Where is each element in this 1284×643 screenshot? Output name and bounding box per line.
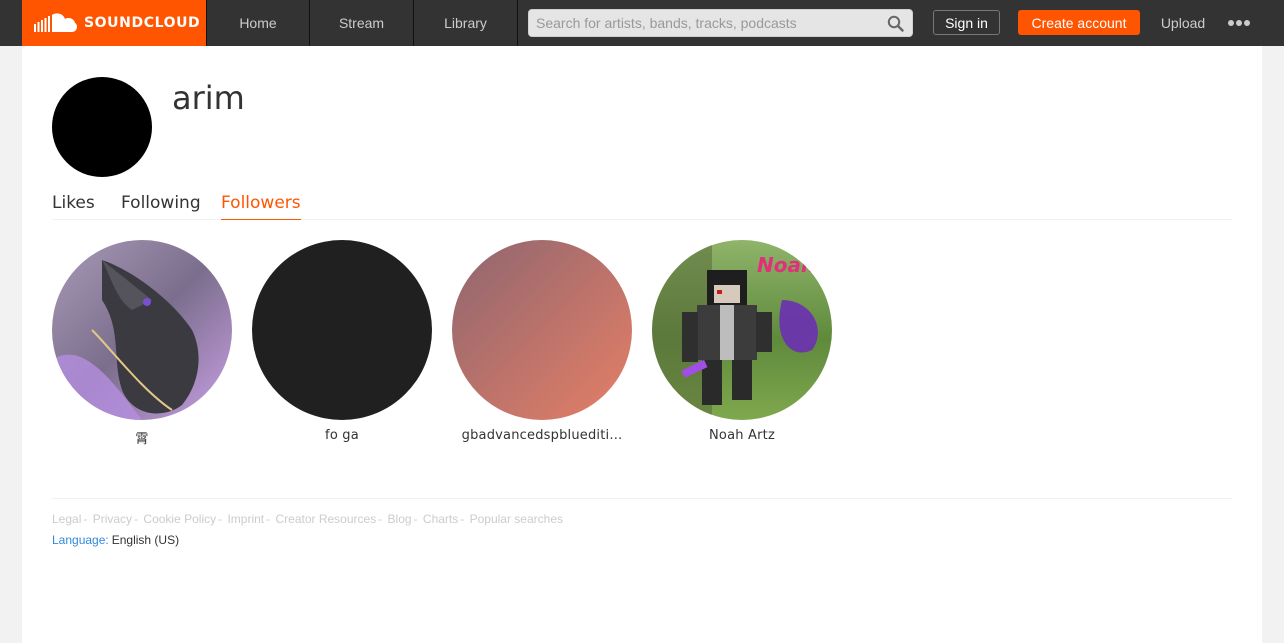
follower-card[interactable]: fo ga <box>252 240 432 443</box>
separator: - <box>266 512 271 526</box>
svg-text:Noah: Noah <box>757 253 815 277</box>
dot <box>1236 20 1242 26</box>
separator: - <box>218 512 223 526</box>
follower-name[interactable]: 霄 <box>52 428 232 447</box>
follower-card[interactable]: 霄 <box>52 240 232 447</box>
create-account-button[interactable]: Create account <box>1018 10 1140 35</box>
follower-avatar[interactable] <box>52 240 232 420</box>
follower-avatar[interactable] <box>252 240 432 420</box>
footer-link-cookie-policy[interactable]: Cookie Policy <box>143 512 216 526</box>
separator: - <box>83 512 88 526</box>
separator: - <box>460 512 465 526</box>
search-input[interactable] <box>529 10 912 36</box>
nav-home[interactable]: Home <box>206 0 310 46</box>
soundcloud-cloud-icon <box>34 13 77 33</box>
logo-text: SOUNDCLOUD <box>84 15 201 31</box>
separator: - <box>134 512 139 526</box>
sign-in-button[interactable]: Sign in <box>933 10 1000 35</box>
more-dots-icon[interactable] <box>1224 14 1254 32</box>
dot <box>1244 20 1250 26</box>
upload-link[interactable]: Upload <box>1152 0 1214 46</box>
footer-link-imprint[interactable]: Imprint <box>227 512 264 526</box>
follower-card[interactable]: gbadvancedspbluediti... <box>452 240 632 443</box>
footer-link-privacy[interactable]: Privacy <box>93 512 132 526</box>
profile-tabs: Likes Following Followers <box>52 188 1232 220</box>
footer-link-popular-searches[interactable]: Popular searches <box>470 512 563 526</box>
profile-username: arim <box>172 79 245 117</box>
language-selector: Language: English (US) <box>52 533 1232 547</box>
follower-name[interactable]: Noah Artz <box>652 428 832 443</box>
follower-card[interactable]: Noah Noah Artz <box>652 240 832 443</box>
footer-link-legal[interactable]: Legal <box>52 512 81 526</box>
nav-stream[interactable]: Stream <box>310 0 414 46</box>
footer-links: Legal - Privacy - Cookie Policy - Imprint - … <box>52 512 1232 526</box>
soundcloud-logo[interactable]: SOUNDCLOUD <box>22 0 206 46</box>
tab-following[interactable]: Following <box>121 193 201 219</box>
search-icon[interactable] <box>887 15 904 32</box>
search-box <box>528 9 913 37</box>
language-value: English (US) <box>111 533 180 547</box>
follower-name[interactable]: fo ga <box>252 428 432 443</box>
footer-link-creator-resources[interactable]: Creator Resources <box>275 512 376 526</box>
separator: - <box>413 512 418 526</box>
separator: - <box>378 512 383 526</box>
nav-library[interactable]: Library <box>414 0 518 46</box>
top-nav-bar: SOUNDCLOUD Home Stream Library Sign in C… <box>0 0 1284 46</box>
tab-likes[interactable]: Likes <box>52 193 95 219</box>
footer-link-blog[interactable]: Blog <box>388 512 412 526</box>
dot <box>1228 20 1234 26</box>
tab-followers[interactable]: Followers <box>221 193 301 220</box>
language-label[interactable]: Language: <box>52 533 109 547</box>
profile-avatar <box>52 77 152 177</box>
main-content: arim Likes Following Followers 霄 fo ga g… <box>22 46 1262 643</box>
follower-name[interactable]: gbadvancedspbluediti... <box>452 428 632 443</box>
footer: Legal - Privacy - Cookie Policy - Imprint - … <box>52 498 1232 547</box>
footer-link-charts[interactable]: Charts <box>423 512 458 526</box>
follower-avatar[interactable] <box>452 240 632 420</box>
follower-avatar[interactable]: Noah <box>652 240 832 420</box>
